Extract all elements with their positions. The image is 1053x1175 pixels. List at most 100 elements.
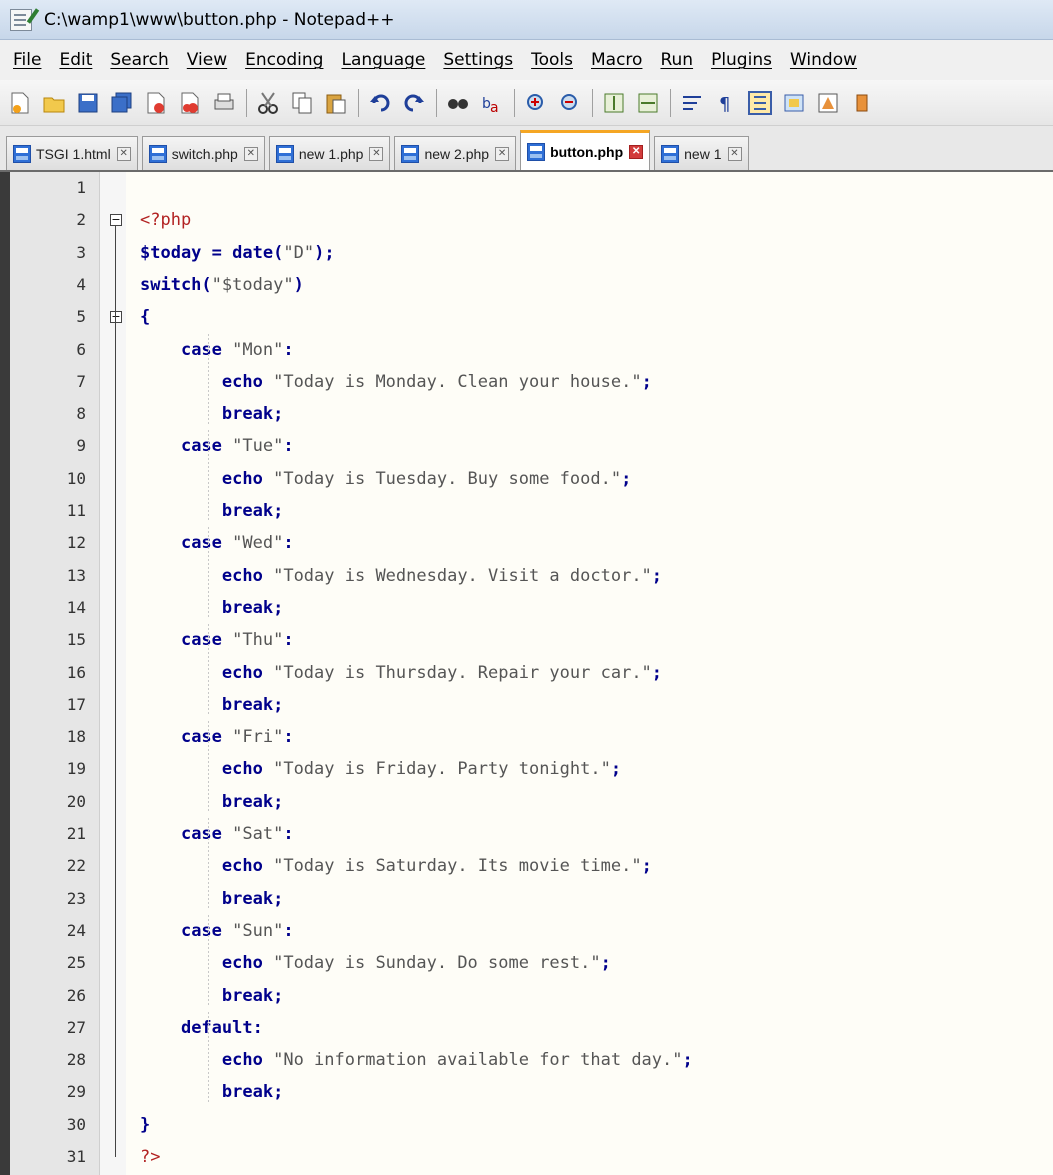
line-number: 31 (66, 1147, 86, 1166)
code-line: 30} (10, 1109, 1053, 1141)
code-line: 5{ (10, 301, 1053, 333)
code-editor[interactable]: 1 2 <?php 3 $today = date("D"); 4 switch("$tod… (0, 172, 1053, 1175)
redo-icon[interactable] (400, 89, 428, 117)
user-defined-language-icon[interactable] (780, 89, 808, 117)
title-bar: C:\wamp1\www\button.php - Notepad++ (0, 0, 1053, 40)
tab-label: new 2.php (424, 145, 490, 162)
code-text: case "Sat": (180, 824, 294, 844)
find-icon[interactable] (444, 89, 472, 117)
function-list-icon[interactable] (848, 89, 876, 117)
code-text: case "Mon": (180, 339, 294, 360)
tab-new-1-php[interactable]: new 1.php ✕ (268, 136, 391, 170)
code-line: 27 default: (10, 1012, 1053, 1044)
line-number: 27 (66, 1017, 86, 1037)
line-number: 23 (66, 888, 86, 908)
menu-macro[interactable]: Macro (582, 50, 651, 70)
tab-new-2-php[interactable]: new 2.php ✕ (394, 136, 517, 170)
indent-guide (208, 721, 209, 812)
close-tab-icon[interactable]: ✕ (727, 146, 742, 161)
code-line: 22 echo "Today is Saturday. Its movie ti… (10, 850, 1053, 882)
tab-button-php[interactable]: button.php ✕ (520, 130, 651, 170)
menu-run[interactable]: Run (651, 50, 702, 70)
close-tab-icon[interactable]: ✕ (629, 144, 644, 159)
zoom-out-icon[interactable] (556, 89, 584, 117)
saved-file-icon (527, 142, 546, 161)
new-file-icon[interactable] (6, 89, 34, 117)
tab-tsgi-1-html[interactable]: TSGI 1.html ✕ (6, 136, 138, 170)
close-tab-icon[interactable]: ✕ (243, 146, 258, 161)
paste-icon[interactable] (322, 89, 350, 117)
code-line: 23 break; (10, 883, 1053, 915)
indent-guide (208, 333, 209, 425)
tab-label: TSGI 1.html (36, 145, 111, 162)
close-icon[interactable] (142, 89, 170, 117)
close-tab-icon[interactable]: ✕ (495, 146, 510, 161)
code-text: echo "Today is Thursday. Repair your car… (221, 662, 663, 683)
indent-guide (208, 1011, 209, 1103)
menu-window[interactable]: Window (781, 50, 866, 70)
menu-tools[interactable]: Tools (522, 50, 582, 70)
replace-icon[interactable]: ba (478, 89, 506, 117)
close-tab-icon[interactable]: ✕ (369, 146, 384, 161)
code-text: break; (221, 1082, 284, 1103)
close-tab-icon[interactable]: ✕ (116, 146, 131, 161)
tab-label: new 1 (684, 145, 722, 162)
menu-file[interactable]: File (4, 50, 50, 70)
word-wrap-icon[interactable] (678, 89, 706, 117)
line-number: 18 (66, 727, 86, 747)
document-map-icon[interactable] (814, 89, 842, 117)
code-line: 7 echo "Today is Monday. Clean your hous… (10, 366, 1053, 398)
code-text: } (140, 1114, 151, 1135)
code-line: 20 break; (10, 786, 1053, 818)
indent-guide (208, 430, 209, 522)
code-line: 4 switch("$today") (10, 269, 1053, 301)
code-line: 8 break; (10, 398, 1053, 430)
sync-horizontal-icon[interactable] (634, 89, 662, 117)
copy-icon[interactable] (288, 89, 316, 117)
code-text: break; (221, 404, 284, 425)
tab-switch-php[interactable]: switch.php ✕ (141, 136, 265, 170)
fold-toggle-icon[interactable]: − (110, 311, 122, 324)
menu-plugins[interactable]: Plugins (702, 50, 781, 70)
code-line: 9 case "Tue": (10, 430, 1053, 462)
menu-settings[interactable]: Settings (434, 50, 522, 70)
code-text: case "Sun": (180, 920, 294, 941)
close-all-icon[interactable] (176, 89, 204, 117)
print-icon[interactable] (210, 89, 238, 117)
fold-toggle-icon[interactable]: − (110, 214, 122, 227)
cut-icon[interactable] (254, 89, 282, 117)
code-line: 24 case "Sun": (10, 915, 1053, 947)
svg-text:¶: ¶ (719, 94, 730, 114)
line-number: 21 (66, 824, 86, 843)
toolbar-separator (246, 88, 247, 117)
menu-view[interactable]: View (178, 50, 236, 70)
line-number: 14 (66, 597, 86, 617)
save-all-icon[interactable] (108, 89, 136, 117)
code-text: echo "Today is Monday. Clean your house.… (221, 371, 652, 392)
code-line: 6 case "Mon": (10, 334, 1053, 366)
undo-icon[interactable] (366, 89, 394, 117)
open-file-icon[interactable] (40, 89, 68, 117)
tab-label: button.php (550, 143, 624, 160)
code-text: echo "Today is Sunday. Do some rest."; (221, 953, 611, 974)
line-number: 8 (76, 404, 86, 424)
saved-file-icon (148, 144, 167, 163)
code-line: 29 break; (10, 1076, 1053, 1108)
line-number: 28 (66, 1050, 86, 1070)
save-icon[interactable] (74, 89, 102, 117)
toolbar-separator (592, 88, 593, 117)
zoom-in-icon[interactable] (522, 89, 550, 117)
menu-edit[interactable]: Edit (50, 50, 101, 70)
menu-search[interactable]: Search (101, 50, 177, 70)
line-number: 4 (76, 274, 86, 294)
line-number: 5 (76, 307, 86, 327)
saved-file-icon (401, 144, 420, 163)
menu-encoding[interactable]: Encoding (236, 50, 332, 70)
sync-vertical-icon[interactable] (600, 89, 628, 117)
show-all-characters-icon[interactable]: ¶ (712, 89, 740, 117)
line-number: 11 (66, 501, 86, 520)
code-line: 11 break; (10, 495, 1053, 527)
menu-language[interactable]: Language (332, 50, 434, 70)
indent-guide-icon[interactable] (746, 89, 774, 117)
tab-new-1[interactable]: new 1 ✕ (654, 136, 749, 170)
